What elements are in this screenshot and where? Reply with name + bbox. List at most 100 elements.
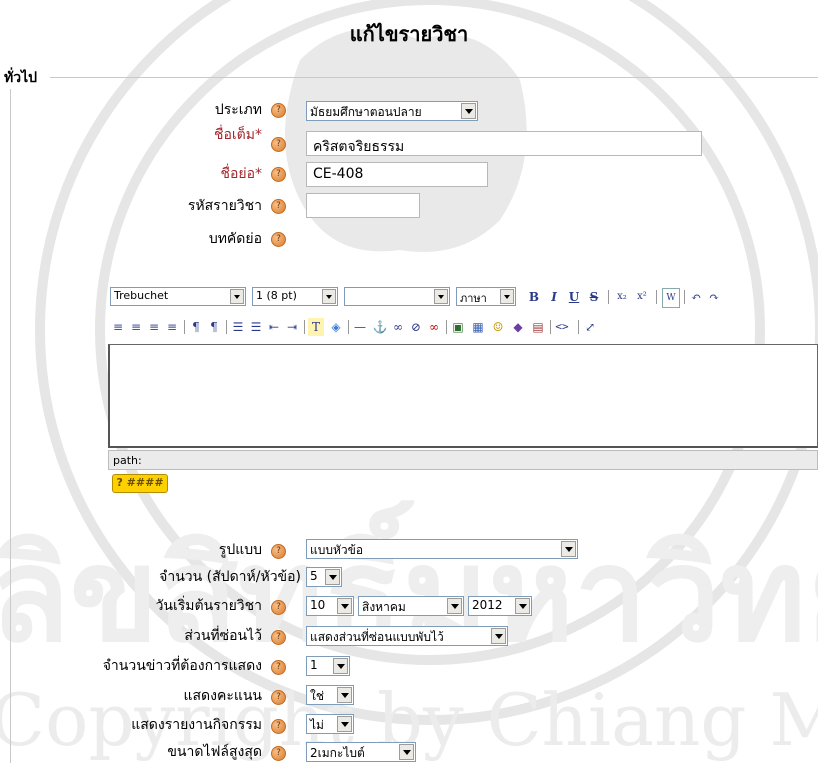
help-icon[interactable]: ? [271, 199, 286, 214]
chevron-down-icon [337, 598, 352, 614]
background-color-button[interactable]: ◈ [328, 318, 344, 336]
toolbar-separator [446, 320, 447, 334]
undo-button[interactable]: ↶ [688, 288, 704, 306]
toolbar-separator [550, 320, 551, 334]
chevron-down-icon [447, 598, 462, 614]
language-select[interactable]: ภาษา [456, 287, 516, 306]
editor-path-bar: path: [108, 450, 818, 470]
numsections-label: จำนวน (สัปดาห์/หัวข้อ) [159, 569, 301, 585]
newsitems-select[interactable]: 1 [306, 656, 350, 676]
anchor-button[interactable]: ⚓ [372, 318, 388, 336]
newsitems-label: จำนวนข่าวที่ต้องการแสดง [102, 658, 262, 674]
chevron-down-icon [322, 289, 336, 304]
idnumber-label: รหัสรายวิชา [187, 198, 262, 214]
insert-table-button[interactable]: ▦ [470, 318, 486, 336]
ordered-list-button[interactable]: ☰ [230, 318, 246, 336]
fullscreen-button[interactable]: ⤢ [582, 318, 598, 336]
numsections-value: 5 [310, 569, 318, 583]
showgrades-label: แสดงคะแนน [183, 688, 262, 704]
startdate-year-select[interactable]: 2012 [468, 596, 532, 616]
chevron-down-icon [461, 103, 476, 119]
fieldset-border-top [50, 77, 818, 78]
align-right-button[interactable]: ≡ [146, 318, 162, 336]
superscript-button[interactable]: x² [634, 288, 650, 306]
hiddensections-select[interactable]: แสดงส่วนที่ซ่อนแบบพับไว้ [306, 626, 508, 646]
strikethrough-button[interactable]: S [586, 288, 602, 306]
showreports-value: ไม่ [310, 718, 324, 732]
redo-button[interactable]: ↷ [706, 288, 722, 306]
nolink-button[interactable]: ∞ [426, 318, 442, 336]
help-icon[interactable]: ? [271, 600, 286, 615]
help-icon[interactable]: ? [271, 544, 286, 559]
insert-char-button[interactable]: ◆ [510, 318, 526, 336]
help-icon[interactable]: ? [271, 630, 286, 645]
category-select[interactable]: มัธยมศึกษาตอนปลาย [306, 101, 478, 121]
font-family-value: Trebuchet [114, 289, 169, 302]
horizontal-rule-button[interactable]: — [352, 318, 368, 336]
help-icon[interactable]: ? [271, 660, 286, 675]
search-replace-button[interactable]: ▤ [530, 318, 546, 336]
shortname-field[interactable]: CE-408 [306, 162, 488, 187]
format-select[interactable]: แบบหัวข้อ [306, 539, 578, 559]
subscript-button[interactable]: x₂ [614, 288, 630, 306]
toolbar-separator [226, 320, 227, 334]
showgrades-select[interactable]: ใช่ [306, 685, 354, 705]
chevron-down-icon [333, 658, 348, 674]
clean-word-button[interactable]: W [662, 288, 680, 308]
ltr-button[interactable]: ¶ [188, 318, 204, 336]
align-left-button[interactable]: ≡ [110, 318, 126, 336]
unordered-list-button[interactable]: ☰ [248, 318, 264, 336]
underline-button[interactable]: U [566, 288, 582, 306]
unlink-button[interactable]: ⊘ [408, 318, 424, 336]
path-label: path: [113, 454, 142, 467]
startdate-month-value: สิงหาคม [362, 600, 406, 614]
help-icon[interactable]: ? [271, 103, 286, 118]
help-icon[interactable]: ? [271, 232, 286, 247]
fullname-field[interactable]: คริสตจริยธรรม [306, 131, 702, 156]
help-icon[interactable]: ? [271, 746, 286, 761]
toolbar-separator [348, 320, 349, 334]
maxbytes-select[interactable]: 2เมกะไบต์ [306, 742, 416, 762]
bold-button[interactable]: B [526, 288, 542, 306]
chevron-down-icon [337, 687, 352, 703]
help-icon[interactable]: ? [271, 137, 286, 152]
style-select[interactable] [344, 287, 450, 306]
font-size-select[interactable]: 1 (8 pt) [252, 287, 338, 306]
keyboard-shortcuts-button[interactable]: ? #### [112, 474, 168, 493]
justify-button[interactable]: ≡ [164, 318, 180, 336]
italic-button[interactable]: I [546, 288, 562, 306]
maxbytes-label: ขนาดไฟล์สูงสุด [167, 744, 262, 760]
toolbar-separator [184, 320, 185, 334]
rtl-button[interactable]: ¶ [206, 318, 222, 336]
toolbar-separator [684, 290, 685, 304]
outdent-button[interactable]: ⇤ [266, 318, 282, 336]
format-value: แบบหัวข้อ [310, 543, 364, 557]
link-button[interactable]: ∞ [390, 318, 406, 336]
indent-button[interactable]: ⇥ [284, 318, 300, 336]
font-size-value: 1 (8 pt) [256, 289, 297, 302]
insert-image-button[interactable]: ▣ [450, 318, 466, 336]
insert-smiley-button[interactable]: ☺ [490, 318, 506, 336]
chevron-down-icon [515, 598, 530, 614]
align-center-button[interactable]: ≡ [128, 318, 144, 336]
hiddensections-label: ส่วนที่ซ่อนไว้ [184, 628, 262, 644]
startdate-day-select[interactable]: 10 [306, 596, 354, 616]
toolbar-separator [304, 320, 305, 334]
maxbytes-value: 2เมกะไบต์ [310, 746, 365, 760]
summary-editor[interactable] [108, 344, 818, 448]
font-family-select[interactable]: Trebuchet [110, 287, 246, 306]
showreports-select[interactable]: ไม่ [306, 714, 354, 734]
help-icon[interactable]: ? [271, 719, 286, 734]
idnumber-field[interactable] [306, 193, 420, 218]
html-source-button[interactable]: <> [554, 318, 570, 336]
startdate-month-select[interactable]: สิงหาคม [358, 596, 464, 616]
numsections-select[interactable]: 5 [306, 567, 342, 587]
chevron-down-icon [337, 716, 352, 732]
editor-toolbar-row1: Trebuchet 1 (8 pt) ภาษา B I U S x₂ x² W … [108, 285, 818, 308]
help-icon[interactable]: ? [271, 167, 286, 182]
startdate-day-value: 10 [310, 598, 326, 612]
text-color-button[interactable]: T [308, 318, 324, 336]
help-icon[interactable]: ? [271, 690, 286, 705]
format-label: รูปแบบ [218, 542, 262, 558]
toolbar-separator [578, 320, 579, 334]
